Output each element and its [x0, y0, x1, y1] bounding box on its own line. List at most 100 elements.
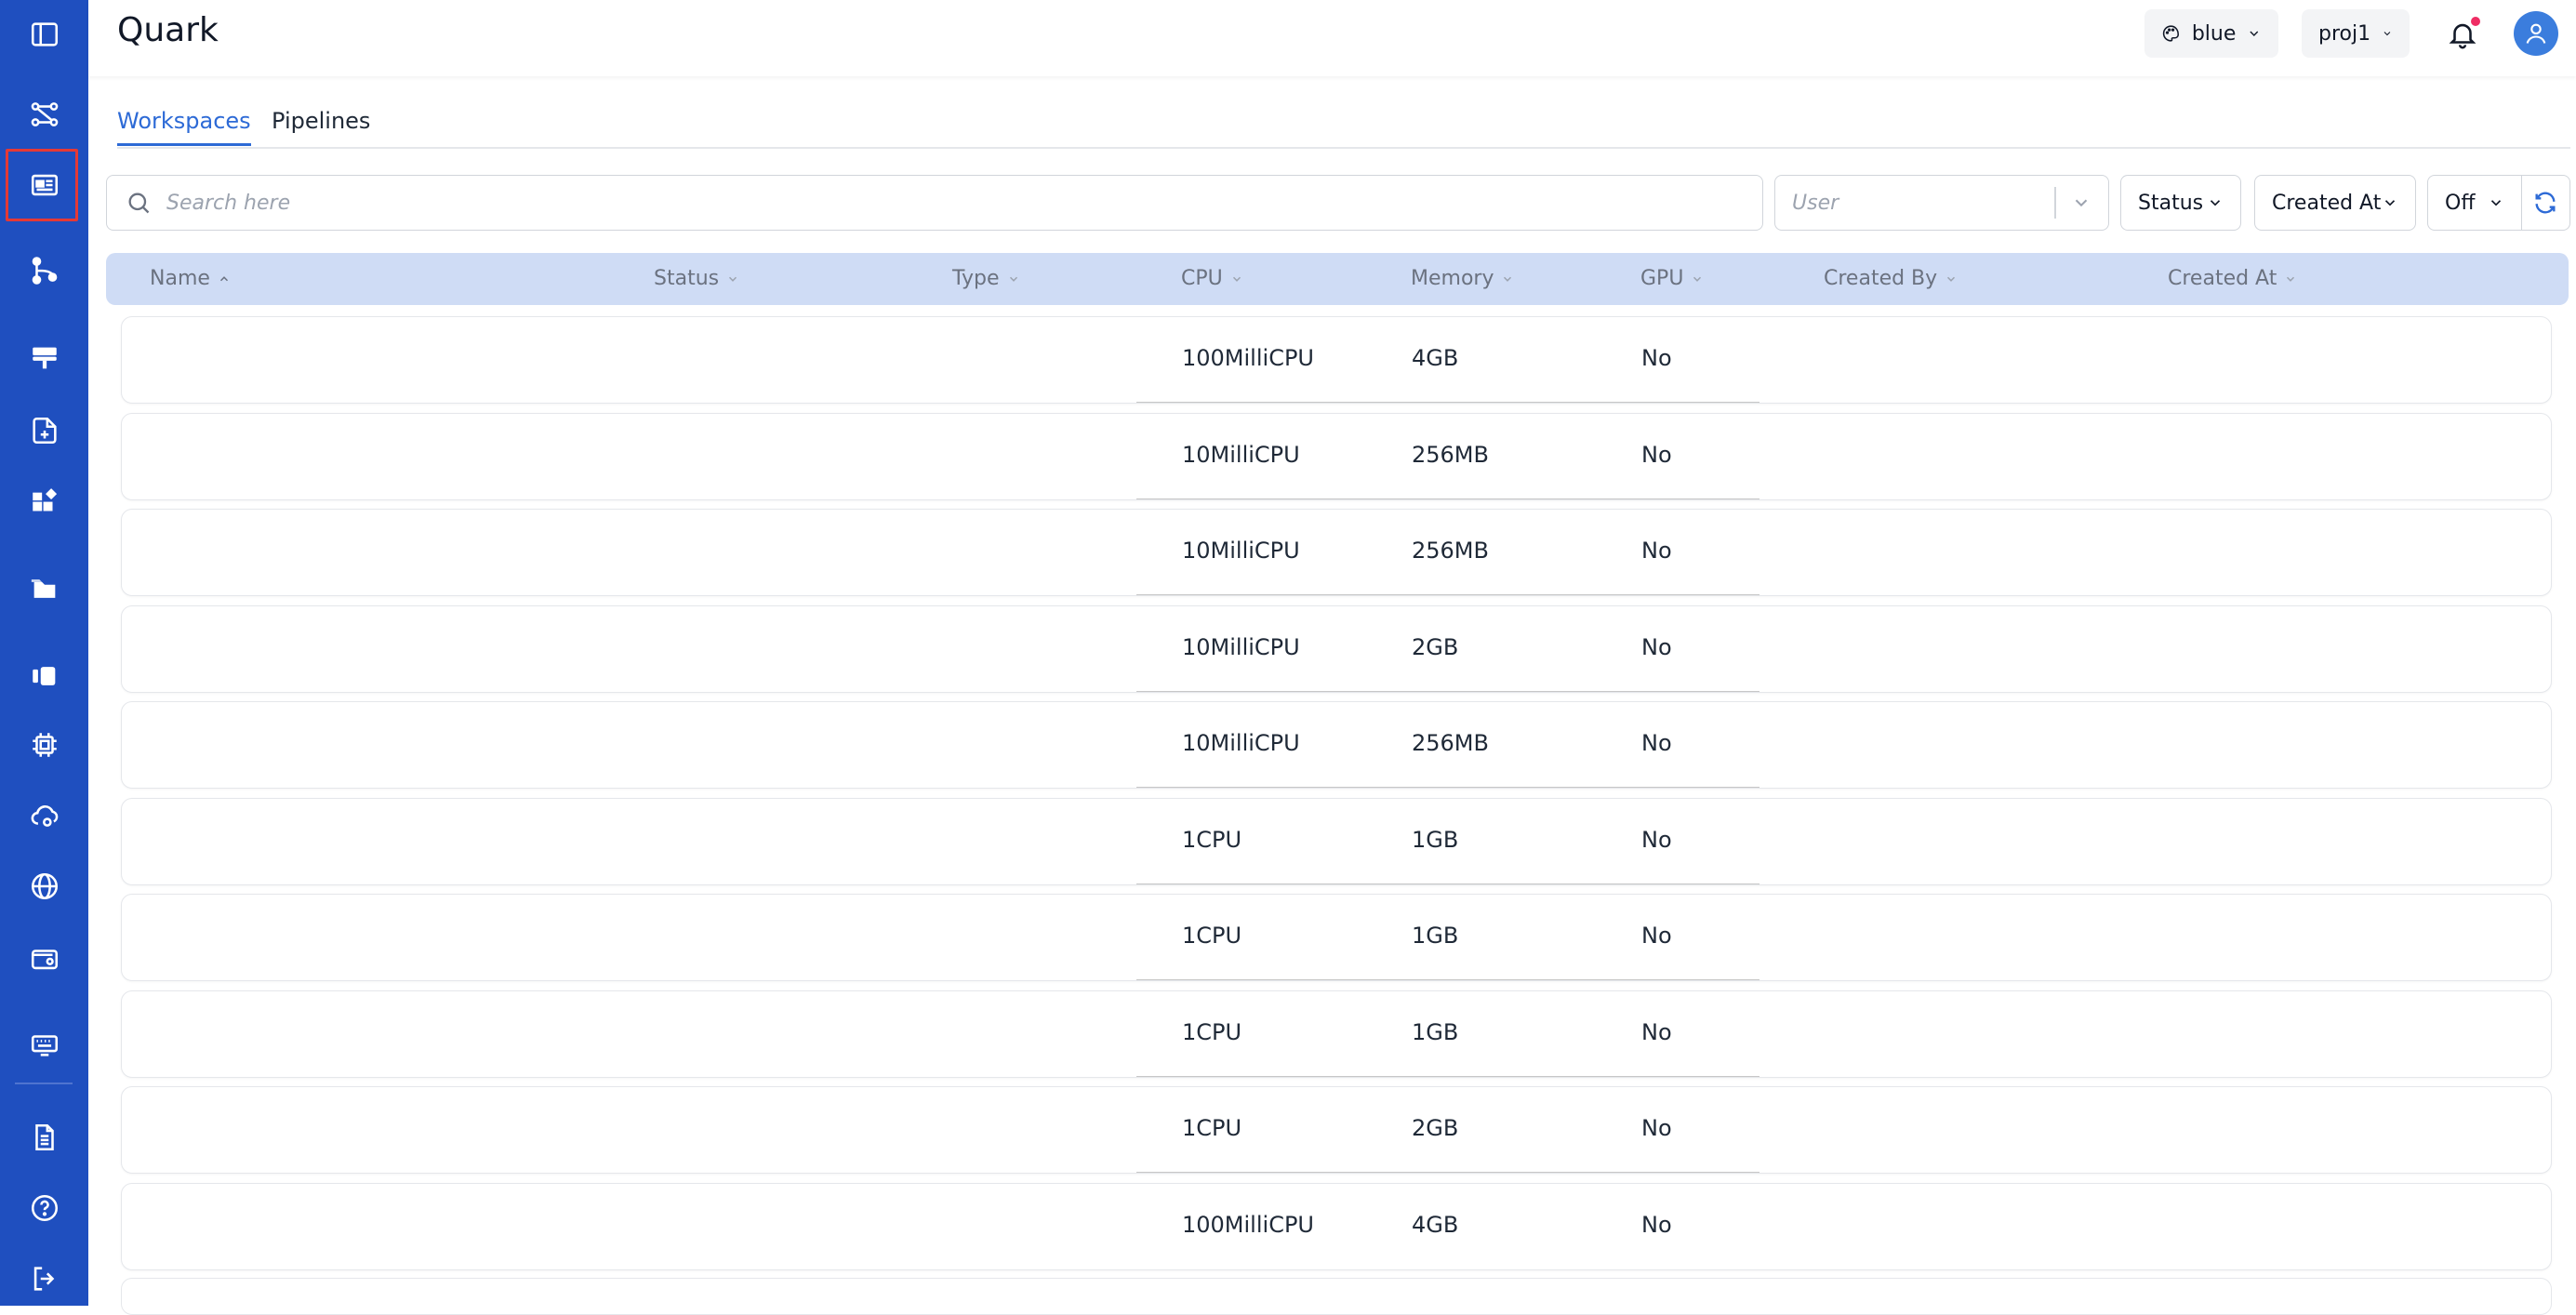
widgets-icon	[32, 488, 57, 511]
file-plus-icon	[32, 417, 57, 445]
tab-bar: Workspaces Pipelines	[117, 104, 2570, 149]
sidebar-item-apps[interactable]	[0, 474, 88, 532]
notification-dot	[2471, 17, 2480, 26]
gpu-cell: No	[1641, 1212, 1672, 1238]
chevron-down-icon	[2384, 200, 2396, 206]
top-header: Quark blue proj1	[88, 0, 2576, 76]
sidebar	[0, 0, 88, 1306]
cpu-cell: 1CPU	[1182, 1019, 1242, 1045]
memory-cell: 4GB	[1412, 1212, 1459, 1238]
chevron-down-icon	[1504, 276, 1512, 282]
sidebar-item-new-file[interactable]	[0, 402, 88, 459]
table-row[interactable]: 10MilliCPU 256MB No	[121, 413, 2552, 500]
sidebar-item-help[interactable]	[0, 1179, 88, 1237]
sidebar-item-billing[interactable]	[0, 930, 88, 988]
chevron-down-icon	[2210, 200, 2221, 206]
refresh-button[interactable]	[2520, 175, 2570, 231]
sidebar-item-servers[interactable]	[0, 329, 88, 387]
table-row[interactable]: 100MilliCPU 4GB No	[121, 316, 2552, 404]
chevron-down-icon	[2490, 200, 2502, 206]
table-row[interactable]: 100MilliCPU 4GB No	[121, 1183, 2552, 1270]
column-label: Created By	[1824, 267, 1938, 290]
memory-cell: 1GB	[1412, 1019, 1459, 1045]
cpu-cell: 1CPU	[1182, 923, 1242, 949]
tab-workspaces[interactable]: Workspaces	[117, 108, 251, 146]
flow-icon	[31, 102, 58, 126]
sidebar-divider	[15, 1083, 73, 1084]
sidebar-item-keyboard[interactable]	[0, 1016, 88, 1073]
memory-cell: 4GB	[1412, 345, 1459, 371]
sidebar-item-workspaces[interactable]	[0, 149, 88, 221]
chevron-down-icon	[729, 276, 737, 282]
sidebar-item-pipelines[interactable]	[0, 86, 88, 143]
chevron-down-icon	[1947, 276, 1956, 282]
sidebar-item-compute[interactable]	[0, 716, 88, 774]
table-row[interactable]: 10MilliCPU 2GB No	[121, 605, 2552, 693]
memory-cell: 256MB	[1412, 538, 1489, 564]
chip-icon	[32, 733, 57, 757]
sidebar-item-folders[interactable]	[0, 560, 88, 618]
search-input[interactable]	[165, 190, 1703, 216]
column-header-cpu[interactable]: CPU	[1181, 267, 1243, 290]
column-header-created-by[interactable]: Created By	[1824, 267, 1958, 290]
column-header-created-at[interactable]: Created At	[2168, 267, 2297, 290]
table-row[interactable]	[121, 1278, 2552, 1315]
table-row[interactable]: 1CPU 1GB No	[121, 894, 2552, 981]
search-icon	[128, 193, 150, 214]
status-filter[interactable]: Status	[2120, 175, 2241, 231]
help-icon	[31, 1194, 58, 1222]
table-row[interactable]: 1CPU 1GB No	[121, 798, 2552, 885]
sidebar-item-branches[interactable]	[0, 242, 88, 299]
memory-cell: 2GB	[1412, 634, 1459, 660]
notifications-button[interactable]	[2441, 13, 2484, 56]
workspace-card-icon	[31, 174, 58, 196]
created-at-filter[interactable]: Created At	[2254, 175, 2416, 231]
gpu-cell: No	[1641, 1115, 1672, 1141]
app-title: Quark	[117, 11, 219, 49]
user-avatar[interactable]	[2514, 11, 2558, 56]
globe-icon	[31, 872, 58, 900]
sidebar-toggle-button[interactable]	[0, 6, 88, 63]
column-header-type[interactable]: Type	[952, 267, 1020, 290]
sidebar-item-logout[interactable]	[0, 1250, 88, 1308]
column-header-name[interactable]: Name	[150, 267, 231, 290]
column-header-status[interactable]: Status	[654, 267, 739, 290]
chevron-down-icon	[2287, 276, 2295, 282]
volumes-icon	[32, 667, 55, 685]
user-filter-select[interactable]: User	[1774, 175, 2109, 231]
created-at-filter-label: Created At	[2272, 191, 2382, 215]
sort-ascending-icon	[219, 275, 228, 281]
tab-pipelines[interactable]: Pipelines	[272, 108, 370, 143]
memory-cell: 2GB	[1412, 1115, 1459, 1141]
palette-icon	[2162, 25, 2180, 42]
branch-icon	[32, 257, 57, 285]
column-header-memory[interactable]: Memory	[1411, 267, 1514, 290]
auto-refresh-select[interactable]: Off	[2427, 175, 2522, 231]
sidebar-item-cloud-settings[interactable]	[0, 787, 88, 844]
gpu-cell: No	[1641, 345, 1672, 371]
cpu-cell: 1CPU	[1182, 827, 1242, 853]
keyboard-icon	[31, 1035, 58, 1056]
gpu-cell: No	[1641, 442, 1672, 468]
table-row[interactable]: 10MilliCPU 256MB No	[121, 701, 2552, 789]
sidebar-item-network[interactable]	[0, 857, 88, 915]
panel-icon	[31, 22, 58, 46]
memory-cell: 1GB	[1412, 923, 1459, 949]
sidebar-item-docs[interactable]	[0, 1109, 88, 1166]
theme-selector[interactable]: blue	[2144, 9, 2278, 58]
gpu-cell: No	[1641, 538, 1672, 564]
status-filter-label: Status	[2138, 191, 2204, 215]
project-label: proj1	[2318, 21, 2371, 46]
table-row[interactable]: 10MilliCPU 256MB No	[121, 509, 2552, 596]
project-selector[interactable]: proj1	[2302, 9, 2410, 58]
sidebar-item-volumes[interactable]	[0, 647, 88, 705]
cloud-gear-icon	[31, 805, 58, 827]
gpu-cell: No	[1641, 730, 1672, 756]
memory-cell: 256MB	[1412, 442, 1489, 468]
table-row[interactable]: 1CPU 2GB No	[121, 1086, 2552, 1174]
column-header-gpu[interactable]: GPU	[1640, 267, 1704, 290]
column-label: Type	[952, 267, 1000, 290]
memory-cell: 256MB	[1412, 730, 1489, 756]
table-row[interactable]: 1CPU 1GB No	[121, 990, 2552, 1078]
column-label: Memory	[1411, 267, 1494, 290]
